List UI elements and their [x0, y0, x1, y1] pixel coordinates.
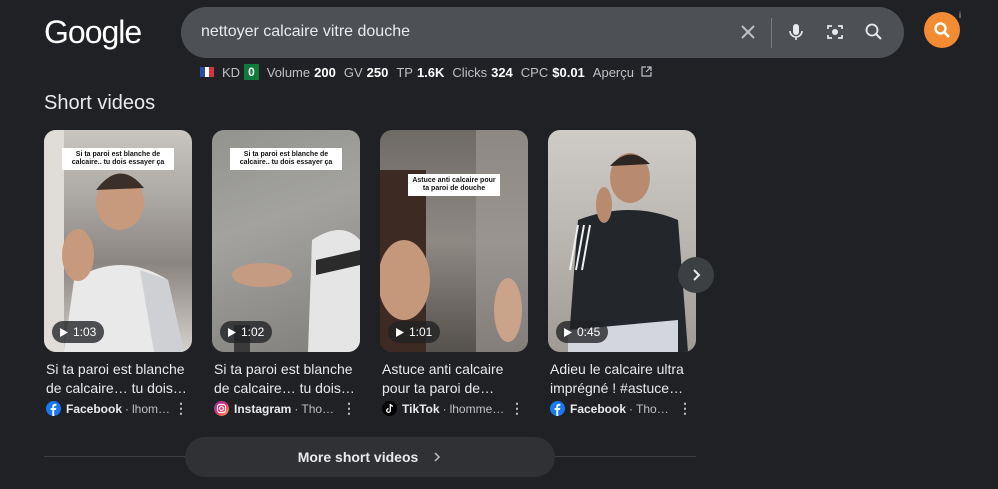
more-short-videos-label: More short videos [297, 449, 419, 465]
volume-value: 200 [314, 64, 336, 80]
carousel-next-button[interactable] [678, 257, 714, 293]
video-overlay-caption: Si ta paroi est blanche de calcaire.. tu… [62, 148, 174, 170]
section-title: Short videos [44, 92, 156, 114]
video-meta: TikTok · lhomme… ⋮ [382, 400, 530, 417]
author-name: lhomm… [132, 401, 174, 416]
microphone-icon[interactable] [785, 21, 807, 43]
account-avatar[interactable] [924, 12, 960, 48]
gv-value: 250 [366, 64, 389, 80]
instagram-icon [214, 401, 229, 416]
duration-badge: 1:02 [220, 321, 273, 343]
video-card[interactable]: Astuce anti calcaire pour ta paroi de do… [380, 130, 528, 417]
facebook-icon [550, 401, 565, 416]
kd-value: 0 [244, 64, 259, 80]
volume-label: Volume [266, 64, 311, 80]
clicks-value: 324 [491, 64, 513, 80]
person-illustration [568, 153, 688, 352]
duration-text: 1:01 [409, 325, 433, 339]
author-name: lhomme… [449, 401, 505, 416]
chevron-right-icon [693, 269, 701, 281]
duration-badge: 0:45 [556, 321, 609, 343]
search-bar[interactable]: nettoyer calcaire vitre douche [181, 7, 904, 58]
google-logo[interactable]: Google [44, 14, 142, 51]
video-card[interactable]: 0:45 Adieu le calcaire ultra imprégné ! … [548, 130, 696, 417]
france-flag-icon [200, 67, 215, 77]
tp-label: TP [396, 64, 413, 80]
duration-badge: 1:01 [388, 321, 441, 343]
more-options-icon[interactable]: ⋮ [342, 400, 356, 417]
video-title[interactable]: Astuce anti calcaire pour ta paroi de… [382, 360, 530, 398]
search-input[interactable]: nettoyer calcaire vitre douche [201, 23, 410, 41]
video-thumbnail[interactable]: Si ta paroi est blanche de calcaire.. tu… [212, 130, 360, 352]
video-title[interactable]: Si ta paroi est blanche de calcaire… tu … [214, 360, 362, 398]
tp-value: 1.6K [416, 64, 445, 80]
video-overlay-caption: Si ta paroi est blanche de calcaire.. tu… [230, 148, 342, 170]
facebook-icon [46, 401, 61, 416]
search-icon[interactable] [863, 21, 885, 43]
author-name: Tho… [301, 401, 335, 416]
section-divider-right [555, 456, 696, 457]
lens-icon[interactable] [824, 21, 846, 43]
video-meta: Instagram · Tho… ⋮ [214, 400, 362, 417]
video-card[interactable]: Si ta paroi est blanche de calcaire.. tu… [44, 130, 192, 417]
video-overlay-caption: Astuce anti calcaire pour ta paroi de do… [408, 174, 500, 196]
meta-separator: · [125, 401, 130, 416]
kd-label: KD [222, 64, 241, 80]
external-link-icon[interactable] [641, 65, 652, 80]
search-extension-icon [934, 22, 950, 38]
more-options-icon[interactable]: ⋮ [510, 400, 524, 417]
duration-text: 0:45 [577, 325, 601, 339]
source-name: TikTok [402, 401, 440, 416]
video-meta: Facebook · Thom… ⋮ [550, 400, 698, 417]
clear-icon[interactable] [737, 21, 759, 43]
duration-text: 1:02 [241, 325, 265, 339]
video-thumbnail[interactable]: 0:45 [548, 130, 696, 352]
more-short-videos-button[interactable]: More short videos [185, 437, 555, 477]
play-icon [396, 327, 404, 337]
chevron-right-icon [434, 452, 441, 462]
author-name: Thom… [636, 401, 678, 416]
video-title[interactable]: Adieu le calcaire ultra imprégné ! #astu… [550, 360, 698, 398]
duration-text: 1:03 [73, 325, 97, 339]
gv-label: GV [343, 64, 363, 80]
search-divider [771, 18, 772, 48]
play-icon [564, 327, 572, 337]
play-icon [60, 327, 68, 337]
more-options-icon[interactable]: ⋮ [174, 400, 188, 417]
cpc-value: $0.01 [552, 64, 585, 80]
tiktok-icon [382, 401, 397, 416]
source-name: Facebook [570, 401, 627, 416]
cpc-label: CPC [520, 64, 549, 80]
video-thumbnail[interactable]: Si ta paroi est blanche de calcaire.. tu… [44, 130, 192, 352]
meta-separator: · [629, 401, 634, 416]
preview-link[interactable]: Aperçu [593, 65, 634, 80]
source-name: Instagram [234, 401, 292, 416]
more-options-icon[interactable]: ⋮ [678, 400, 692, 417]
shower-illustration [380, 130, 528, 352]
info-icon[interactable]: i [959, 10, 961, 20]
meta-separator: · [294, 401, 299, 416]
video-thumbnail[interactable]: Astuce anti calcaire pour ta paroi de do… [380, 130, 528, 352]
seo-metrics-bar: KD 0 Volume 200 GV 250 TP 1.6K Clicks 32… [200, 64, 652, 80]
video-card[interactable]: Si ta paroi est blanche de calcaire.. tu… [212, 130, 360, 417]
play-icon [228, 327, 236, 337]
clicks-label: Clicks [452, 64, 488, 80]
duration-badge: 1:03 [52, 321, 105, 343]
meta-separator: · [442, 401, 447, 416]
section-divider-left [44, 456, 185, 457]
source-name: Facebook [66, 401, 123, 416]
video-meta: Facebook · lhomm… ⋮ [46, 400, 194, 417]
video-title[interactable]: Si ta paroi est blanche de calcaire… tu … [46, 360, 194, 398]
